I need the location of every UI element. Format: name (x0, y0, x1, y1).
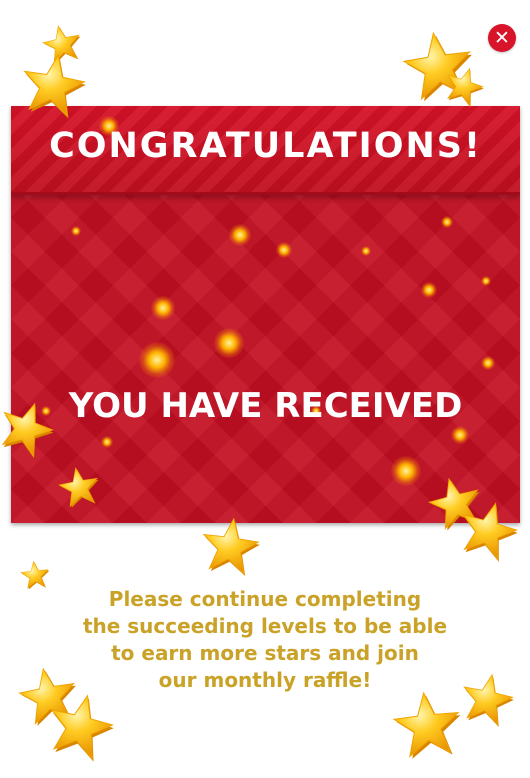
star-icon (55, 463, 104, 512)
message-line: to earn more stars and join (111, 641, 419, 665)
star-icon (389, 687, 466, 764)
sparkle (451, 426, 469, 444)
sparkle (71, 226, 81, 236)
sparkle (481, 276, 491, 286)
received-headline: YOU HAVE RECEIVED (68, 386, 463, 426)
congratulations-title: CONGRATULATIONS! (49, 126, 482, 166)
sparkle (151, 296, 175, 320)
sparkle (391, 456, 421, 486)
star-icon (455, 667, 519, 731)
reward-message: Please continue completing the succeedin… (20, 586, 510, 694)
sparkle (441, 216, 453, 228)
sparkle (214, 328, 244, 358)
sparkle (421, 282, 437, 298)
sparkle (101, 436, 113, 448)
sparkle (481, 356, 495, 370)
reward-card: CONGRATULATIONS! YOU HAVE RECEIVED (11, 106, 520, 523)
message-line: the succeeding levels to be able (82, 614, 448, 638)
close-icon[interactable]: ✕ (488, 24, 516, 52)
star-icon (39, 685, 121, 767)
star-icon (15, 47, 91, 123)
message-line: Please continue completing (108, 587, 422, 611)
sparkle (276, 242, 292, 258)
sparkle (361, 246, 371, 256)
sparkle (229, 224, 251, 246)
sparkle (139, 342, 175, 378)
star-icon (196, 512, 264, 580)
star-icon (19, 559, 52, 592)
